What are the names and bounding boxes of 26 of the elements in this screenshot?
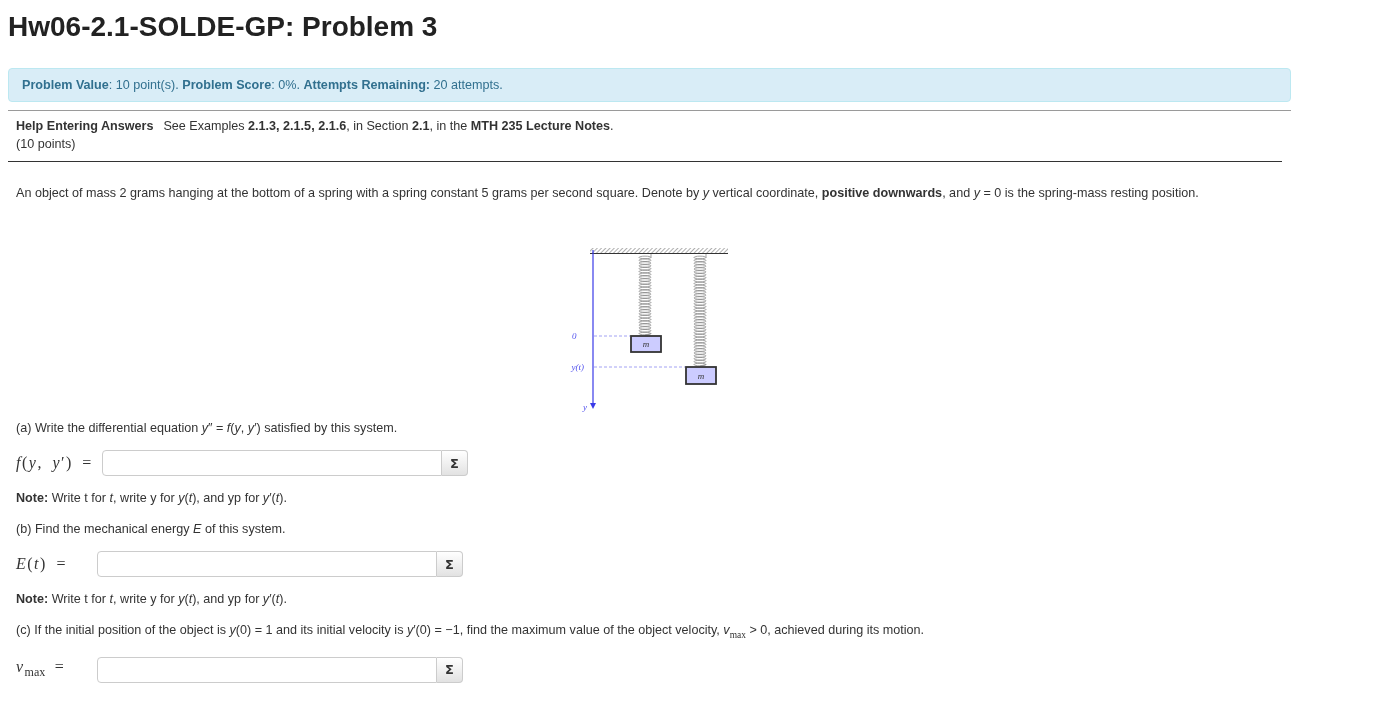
- dashed-line: [593, 335, 631, 337]
- points-text: (10 points): [16, 136, 77, 153]
- answer-field[interactable]: [101, 450, 442, 476]
- mass-block: m: [630, 335, 662, 353]
- help-text: See Examples 2.1.3, 2.1.5, 2.1.6, in Section 2.1, in the MTH 235 Lecture Notes.: [163, 119, 614, 133]
- help-link[interactable]: Help Entering Answers: [16, 119, 154, 133]
- mass-block: m: [685, 366, 717, 385]
- problem-statement: An object of mass 2 grams hanging at the bottom of a spring with a spring constant 5 grams per second square. Denote by y vertical coordinate, positive downwards, and y = 0 is the spring-mass resting position.: [15, 185, 1200, 202]
- question-text: (c) If the initial position of the object is y(0) = 1 and its initial velocity is y′(0) = −1, find the maximum value of the object velocity, v$_{max}$ > 0, achieved during its motion.: [16, 622, 926, 642]
- equation-editor-button[interactable]: Σ: [437, 656, 463, 683]
- question-text: (b) Find the mechanical energy E of this system.: [16, 521, 287, 538]
- note-text: Note: Write t for t, write y for y(t), and yp for y′(t).: [16, 591, 288, 608]
- problem-title: Hw06-2.1-SOLDE-GP: Problem 3: [8, 12, 439, 42]
- note-text: Note: Write t for t, write y for y(t), and yp for y′(t).: [16, 490, 288, 507]
- answer-field[interactable]: [97, 551, 437, 577]
- answer-field[interactable]: [97, 656, 437, 683]
- answer-label: E(t) =: [16, 555, 68, 573]
- answer-label: f(y, y′) =: [16, 454, 93, 472]
- axis-label: 0: [572, 331, 577, 341]
- answer-label: v$_{max}$ =: [16, 658, 67, 681]
- axis-label: y: [583, 402, 587, 412]
- problem-info-text: Problem Value: 10 point(s). Problem Score: 0%. Attempts Remaining: 20 attempts.: [22, 78, 503, 92]
- equation-editor-button[interactable]: Σ: [437, 551, 463, 577]
- question-text: (a) Write the differential equation y″ = f(y, y′) satisfied by this system.: [16, 420, 399, 437]
- axis-label: y(t): [571, 362, 584, 372]
- equation-editor-button[interactable]: Σ: [441, 450, 468, 476]
